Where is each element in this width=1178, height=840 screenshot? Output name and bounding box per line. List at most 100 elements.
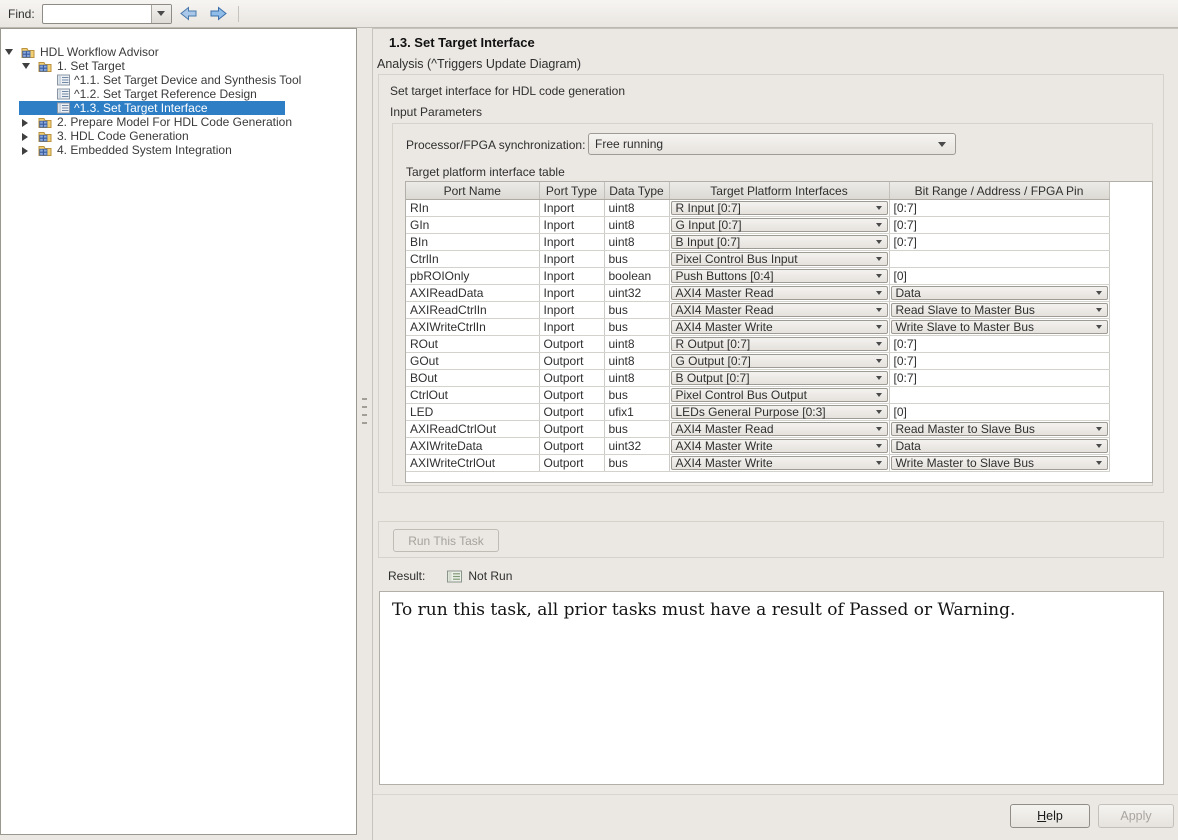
tree: HDL Workflow Advisor 1. Set Target ^1.1.… <box>1 29 356 157</box>
data-type-cell: bus <box>604 387 669 404</box>
data-type-cell: bus <box>604 319 669 336</box>
sync-dropdown[interactable]: Free running <box>588 133 956 155</box>
bit-range-dropdown[interactable]: Write Slave to Master Bus <box>891 320 1108 334</box>
data-type-cell: uint8 <box>604 370 669 387</box>
interface-dropdown[interactable]: R Output [0:7] <box>671 337 888 351</box>
table-row: BInInportuint8B Input [0:7][0:7] <box>406 234 1109 251</box>
task-panel: 1.3. Set Target Interface Analysis (^Tri… <box>372 28 1178 840</box>
toolbar-separator <box>238 6 239 22</box>
interface-dropdown[interactable]: Pixel Control Bus Output <box>671 388 888 402</box>
port-name-cell: LED <box>406 404 539 421</box>
bit-range-cell: [0] <box>894 269 907 283</box>
task-group-box: Set target interface for HDL code genera… <box>378 74 1164 493</box>
port-type-cell: Outport <box>539 455 604 472</box>
port-type-cell: Inport <box>539 268 604 285</box>
bit-range-dropdown[interactable]: Read Slave to Master Bus <box>891 303 1108 317</box>
chevron-down-icon <box>1096 308 1102 312</box>
chevron-down-icon <box>938 142 946 147</box>
port-name-cell: pbROIOnly <box>406 268 539 285</box>
tree-expander-icon[interactable] <box>22 63 30 69</box>
find-previous-button[interactable] <box>177 4 201 24</box>
tree-item[interactable]: ^1.3. Set Target Interface <box>1 101 356 115</box>
sync-dropdown-value: Free running <box>595 137 663 151</box>
chevron-down-icon <box>1096 291 1102 295</box>
port-type-cell: Outport <box>539 370 604 387</box>
port-name-cell: BOut <box>406 370 539 387</box>
advisor-folder-icon <box>38 60 52 73</box>
tree-item[interactable]: 1. Set Target <box>1 59 356 73</box>
port-type-cell: Inport <box>539 234 604 251</box>
table-header-cell: Port Name <box>406 182 539 200</box>
interface-dropdown[interactable]: AXI4 Master Read <box>671 422 888 436</box>
table-row: CtrlOutOutportbusPixel Control Bus Outpu… <box>406 387 1109 404</box>
chevron-down-icon <box>1096 325 1102 329</box>
chevron-down-icon <box>876 461 882 465</box>
tree-item[interactable]: ^1.2. Set Target Reference Design <box>1 87 356 101</box>
bit-range-dropdown[interactable]: Data <box>891 439 1108 453</box>
find-next-button[interactable] <box>206 4 230 24</box>
bit-range-dropdown[interactable]: Write Master to Slave Bus <box>891 456 1108 470</box>
bit-range-dropdown[interactable]: Data <box>891 286 1108 300</box>
result-message: To run this task, all prior tasks must h… <box>392 600 1015 620</box>
chevron-down-icon <box>876 427 882 431</box>
tree-item[interactable]: HDL Workflow Advisor <box>1 45 356 59</box>
tree-item-label: ^1.2. Set Target Reference Design <box>74 87 257 101</box>
interface-table-container: Port NamePort TypeData TypeTarget Platfo… <box>405 181 1153 483</box>
table-row: GInInportuint8G Input [0:7][0:7] <box>406 217 1109 234</box>
tree-expander-icon[interactable] <box>22 133 28 141</box>
workflow-tree-panel: HDL Workflow Advisor 1. Set Target ^1.1.… <box>0 28 357 835</box>
table-row: ROutOutportuint8R Output [0:7][0:7] <box>406 336 1109 353</box>
data-type-cell: ufix1 <box>604 404 669 421</box>
interface-dropdown[interactable]: B Input [0:7] <box>671 235 888 249</box>
result-message-box: To run this task, all prior tasks must h… <box>379 591 1164 785</box>
apply-button[interactable]: Apply <box>1098 804 1174 828</box>
tree-item-label: ^1.1. Set Target Device and Synthesis To… <box>74 73 301 87</box>
interface-dropdown[interactable]: Pixel Control Bus Input <box>671 252 888 266</box>
interface-dropdown[interactable]: G Input [0:7] <box>671 218 888 232</box>
interface-dropdown[interactable]: AXI4 Master Read <box>671 303 888 317</box>
table-row: AXIReadCtrlOutOutportbusAXI4 Master Read… <box>406 421 1109 438</box>
data-type-cell: uint8 <box>604 200 669 217</box>
interface-dropdown[interactable]: Push Buttons [0:4] <box>671 269 888 283</box>
tree-item[interactable]: ^1.1. Set Target Device and Synthesis To… <box>1 73 356 87</box>
tree-item[interactable]: 3. HDL Code Generation <box>1 129 356 143</box>
tree-item[interactable]: 4. Embedded System Integration <box>1 143 356 157</box>
data-type-cell: uint8 <box>604 217 669 234</box>
data-type-cell: bus <box>604 455 669 472</box>
help-button[interactable]: Help <box>1010 804 1090 828</box>
data-type-cell: bus <box>604 251 669 268</box>
tree-item-label: ^1.3. Set Target Interface <box>74 101 208 115</box>
find-input[interactable] <box>43 5 151 23</box>
data-type-cell: uint32 <box>604 438 669 455</box>
port-name-cell: ROut <box>406 336 539 353</box>
interface-dropdown[interactable]: AXI4 Master Write <box>671 456 888 470</box>
interface-dropdown[interactable]: G Output [0:7] <box>671 354 888 368</box>
bit-range-dropdown[interactable]: Read Master to Slave Bus <box>891 422 1108 436</box>
tree-expander-icon[interactable] <box>5 49 13 55</box>
tree-item[interactable]: 2. Prepare Model For HDL Code Generation <box>1 115 356 129</box>
tree-expander-icon[interactable] <box>22 119 28 127</box>
port-name-cell: AXIReadCtrlIn <box>406 302 539 319</box>
port-type-cell: Inport <box>539 319 604 336</box>
chevron-down-icon <box>876 359 882 363</box>
interface-dropdown[interactable]: AXI4 Master Write <box>671 320 888 334</box>
interface-dropdown[interactable]: R Input [0:7] <box>671 201 888 215</box>
interface-dropdown[interactable]: LEDs General Purpose [0:3] <box>671 405 888 419</box>
task-description: Set target interface for HDL code genera… <box>390 84 625 98</box>
find-combobox[interactable] <box>42 4 172 24</box>
find-toolbar: Find: <box>0 0 1178 28</box>
find-dropdown-button[interactable] <box>151 5 171 23</box>
chevron-down-icon <box>157 11 165 16</box>
data-type-cell: uint32 <box>604 285 669 302</box>
interface-dropdown[interactable]: AXI4 Master Write <box>671 439 888 453</box>
panel-splitter[interactable] <box>358 28 372 840</box>
data-type-cell: uint8 <box>604 336 669 353</box>
chevron-down-icon <box>1096 427 1102 431</box>
chevron-down-icon <box>876 393 882 397</box>
interface-dropdown[interactable]: AXI4 Master Read <box>671 286 888 300</box>
tree-expander-icon[interactable] <box>22 147 28 155</box>
task-icon <box>57 74 70 86</box>
run-this-task-button[interactable]: Run This Task <box>393 529 499 552</box>
interface-dropdown[interactable]: B Output [0:7] <box>671 371 888 385</box>
port-name-cell: AXIWriteCtrlIn <box>406 319 539 336</box>
